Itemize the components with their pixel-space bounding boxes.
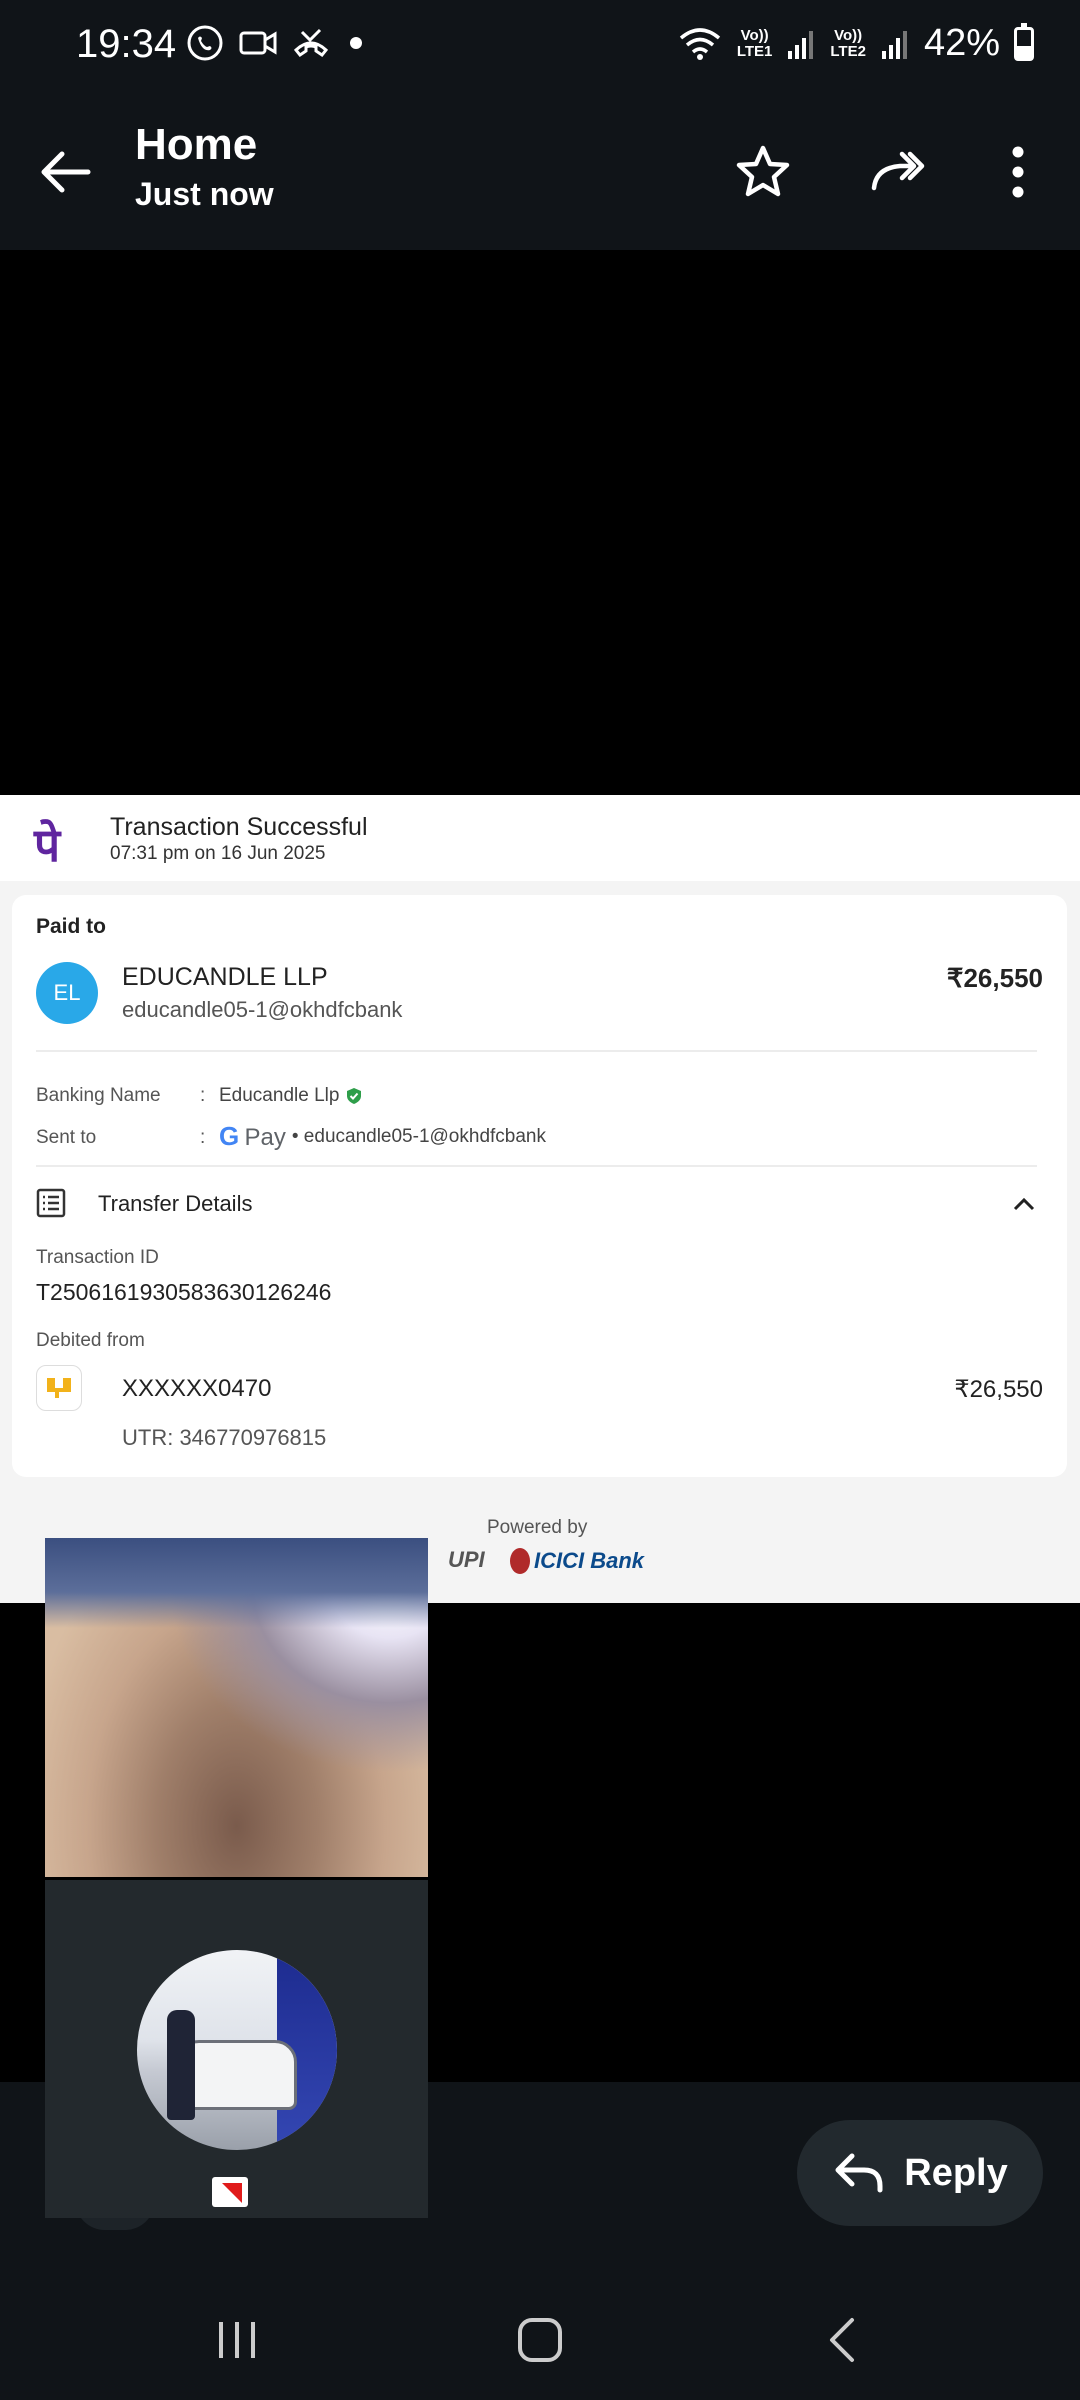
banking-name-value: Educandle Llp [219, 1085, 340, 1106]
status-notification-icons [186, 24, 368, 62]
self-view-hair [45, 1538, 428, 1628]
page-title: Home [135, 120, 258, 169]
remote-avatar [137, 1950, 337, 2150]
paid-amount: ₹26,550 [946, 963, 1043, 993]
signal-1-icon [788, 30, 814, 59]
more-vert-icon[interactable] [988, 142, 1048, 202]
transaction-status: Transaction Successful [110, 813, 368, 841]
page-subtitle: Just now [135, 176, 274, 212]
chevron-up-icon [1013, 1197, 1035, 1211]
payee-vpa: educandle05-1@okhdfcbank [122, 997, 403, 1022]
whatsapp-icon [187, 25, 223, 61]
utr-number: UTR: 346770976815 [122, 1425, 327, 1450]
title-block: Home Just now [135, 120, 274, 213]
sent-to-label: Sent to [36, 1127, 97, 1148]
icici-mark [510, 1548, 530, 1574]
paid-to-label: Paid to [36, 915, 107, 938]
transfer-details-label: Transfer Details [98, 1191, 253, 1216]
app-bar: Home Just now [0, 90, 1080, 250]
dot-icon [350, 37, 362, 49]
battery-fill [1017, 45, 1031, 58]
network-1-bottom: LTE1 [736, 42, 773, 60]
recents-icon[interactable] [205, 2308, 269, 2372]
video-call-icon [239, 31, 277, 55]
network-2-top: Vo)) [834, 26, 863, 44]
transaction-date: 07:31 pm on 16 Jun 2025 [110, 843, 326, 864]
reply-label: Reply [904, 2151, 1008, 2194]
gpay-logo: G Pay [219, 1121, 286, 1152]
sent-to-value-row: G Pay • educandle05-1@okhdfcbank [219, 1121, 546, 1152]
status-bar: 19:34 Vo)) LTE1 Vo)) LTE2 42% [0, 0, 1080, 90]
colon: : [200, 1085, 206, 1106]
status-right: Vo)) LTE1 Vo)) LTE2 42% [677, 22, 1034, 65]
gpay-pay: Pay [244, 1124, 286, 1151]
remote-avatar-car [177, 2040, 297, 2110]
upi-logo: UPI [448, 1547, 485, 1572]
payee-avatar: EL [36, 962, 98, 1024]
forward-icon[interactable] [868, 142, 928, 202]
nav-back-icon[interactable] [812, 2308, 876, 2372]
list-icon [36, 1188, 66, 1218]
wifi-icon [679, 27, 720, 60]
transaction-id: T2506161930583630126246 [36, 1279, 332, 1305]
network-2-label: Vo)) LTE2 [830, 26, 866, 60]
debit-amount: ₹26,550 [954, 1376, 1043, 1403]
verified-icon [347, 1088, 362, 1104]
phonepe-logo: पे [34, 818, 61, 872]
account-number: XXXXXX0470 [122, 1375, 272, 1402]
divider [36, 1165, 1037, 1167]
network-1-top: Vo)) [740, 26, 769, 44]
system-nav-bar [0, 2280, 1080, 2400]
status-time: 19:34 [76, 22, 177, 66]
icici-bank-logo: ICICI Bank [510, 1548, 644, 1574]
star-icon[interactable] [733, 142, 793, 202]
video-call-remote-view[interactable] [45, 1880, 428, 2218]
back-arrow-icon[interactable] [34, 140, 98, 204]
divider [36, 1050, 1037, 1052]
missed-call-icon [293, 28, 329, 58]
video-call-self-view[interactable] [45, 1538, 428, 1877]
icici-text: ICICI Bank [534, 1548, 645, 1573]
screen-share-icon[interactable] [210, 2175, 250, 2209]
signal-2-icon [881, 30, 907, 59]
payment-receipt-image[interactable]: पे Transaction Successful 07:31 pm on 16… [0, 795, 1080, 1603]
reply-button[interactable]: Reply [797, 2120, 1043, 2226]
banking-name-value-row: Educandle Llp [219, 1085, 363, 1107]
payee-name: EDUCANDLE LLP [122, 963, 328, 991]
powered-by-label: Powered by [487, 1517, 588, 1538]
sent-to-vpa: • educandle05-1@okhdfcbank [291, 1125, 546, 1147]
debited-from-label: Debited from [36, 1330, 145, 1351]
receipt-header: पे Transaction Successful 07:31 pm on 16… [0, 795, 1080, 881]
transaction-id-label: Transaction ID [36, 1247, 159, 1268]
home-icon[interactable] [508, 2308, 572, 2372]
colon: : [200, 1127, 206, 1148]
banking-name-label: Banking Name [36, 1085, 161, 1106]
battery-icon [1014, 22, 1034, 61]
bank-logo-icon [36, 1365, 82, 1411]
battery-percent: 42% [923, 22, 1000, 64]
remote-avatar-person [167, 2010, 195, 2120]
network-2-bottom: LTE2 [830, 42, 866, 60]
network-1-label: Vo)) LTE1 [736, 26, 773, 60]
reply-icon [835, 2153, 883, 2193]
receipt-card: Paid to EL EDUCANDLE LLP educandle05-1@o… [12, 895, 1067, 1477]
gpay-g: G [219, 1121, 240, 1151]
